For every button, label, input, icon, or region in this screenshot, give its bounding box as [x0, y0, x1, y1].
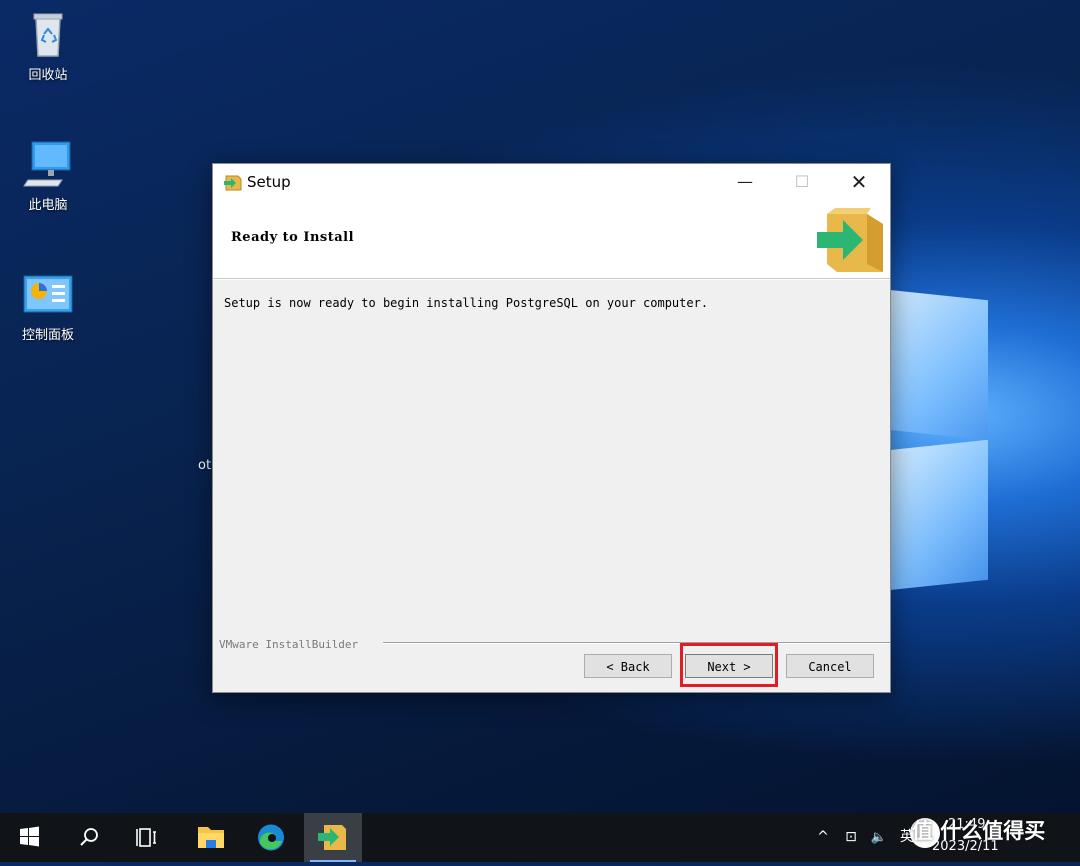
next-button-highlight: [680, 643, 778, 687]
wizard-header: Ready to Install: [213, 200, 890, 279]
search-icon: [80, 828, 98, 846]
file-explorer-button[interactable]: [182, 813, 240, 862]
desktop-icon-label: 此电脑: [28, 198, 68, 213]
desktop-icon-control-panel[interactable]: 控制面板: [8, 268, 88, 343]
edge-icon: [258, 824, 284, 851]
start-icon: [20, 826, 39, 847]
window-title: Setup: [247, 173, 291, 191]
windows-wallpaper-logo: [888, 270, 1080, 591]
setup-dialog: Setup — ☐ ✕ Ready to Install Setup is no…: [212, 163, 891, 693]
setup-app-icon: [223, 172, 243, 192]
computer-icon: [22, 138, 74, 190]
edge-button[interactable]: [242, 813, 300, 862]
setup-app-icon: [318, 825, 346, 850]
setup-taskbar-button[interactable]: [304, 813, 362, 862]
search-button[interactable]: [60, 813, 118, 862]
footer-separator: [383, 642, 890, 644]
desktop-icon-label: 控制面板: [21, 328, 74, 343]
page-title: Ready to Install: [231, 230, 355, 245]
control-panel-icon: [22, 268, 74, 320]
maximize-button[interactable]: ☐: [779, 164, 825, 200]
network-icon[interactable]: ⊡: [838, 813, 864, 862]
file-explorer-icon: [198, 827, 224, 848]
close-button[interactable]: ✕: [836, 164, 882, 200]
task-view-icon: [136, 828, 156, 847]
minimize-button[interactable]: —: [722, 164, 768, 200]
volume-icon[interactable]: 🔈: [866, 813, 892, 862]
cancel-button[interactable]: Cancel: [786, 654, 874, 678]
title-bar[interactable]: Setup — ☐ ✕: [213, 164, 890, 200]
tray-chevron-icon[interactable]: ^: [812, 813, 834, 862]
back-button[interactable]: < Back: [584, 654, 672, 678]
task-view-button[interactable]: [118, 813, 176, 862]
watermark-text: 值 什么值得买: [912, 819, 1046, 843]
recycle-bin-icon: [22, 8, 74, 60]
desktop-icon-this-pc[interactable]: 此电脑: [8, 138, 88, 213]
start-button[interactable]: [0, 813, 58, 862]
install-message: Setup is now ready to begin installing P…: [224, 296, 709, 310]
branding-label: VMware InstallBuilder: [219, 638, 359, 651]
header-separator: [213, 279, 890, 280]
stray-desktop-text: ot: [198, 458, 212, 473]
desktop-icon-recycle-bin[interactable]: 回收站: [8, 8, 88, 83]
installer-box-icon: [813, 206, 889, 276]
desktop-icon-label: 回收站: [28, 68, 68, 83]
